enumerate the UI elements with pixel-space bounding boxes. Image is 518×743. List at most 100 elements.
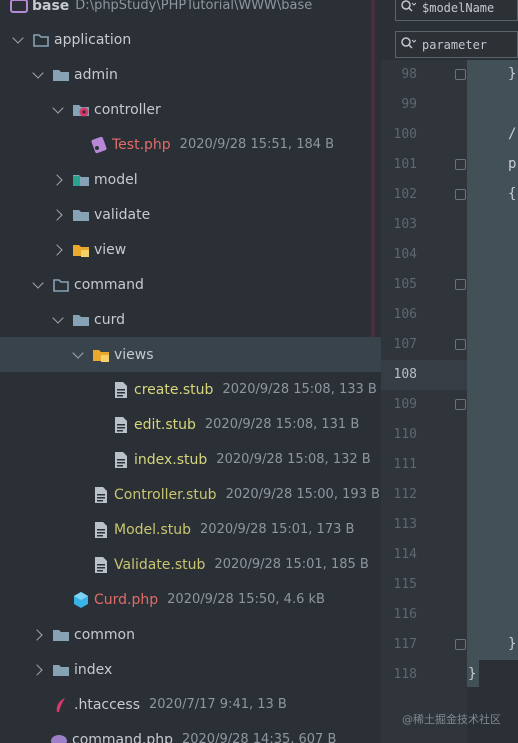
fold-marker-icon[interactable] [455, 639, 466, 650]
search-query: parameter [422, 37, 488, 52]
tree-row-command[interactable]: command [0, 267, 381, 302]
php-file-icon [90, 136, 108, 154]
tree-row-controller[interactable]: controller [0, 92, 381, 127]
tree-label: Curd.php [94, 591, 159, 608]
tree-row-views[interactable]: views [0, 337, 381, 372]
line-number: 102 [393, 187, 417, 202]
tree-meta: 2020/9/28 15:08, 133 B [222, 382, 377, 397]
chevron-down-icon[interactable] [12, 31, 24, 44]
tree-label: command [74, 276, 144, 293]
tree-meta: 2020/9/28 15:00, 193 B [225, 487, 380, 502]
line-number: 111 [393, 457, 417, 472]
chevron-down-icon[interactable] [52, 101, 64, 114]
folder-outline-icon [32, 31, 50, 49]
tree-row-curd-php[interactable]: Curd.php 2020/9/28 15:50, 4.6 kB [0, 582, 381, 617]
fold-marker-icon[interactable] [455, 69, 466, 80]
fold-marker-icon[interactable] [455, 399, 466, 410]
tree-row-model[interactable]: model [0, 162, 381, 197]
tree-label: create.stub [134, 381, 214, 398]
tree-label: views [114, 346, 154, 363]
code-area[interactable] [467, 60, 518, 660]
tree-row-base[interactable]: base D:\phpStudy\PHPTutorial\WWW\base [0, 0, 381, 23]
folder-icon [52, 66, 70, 84]
watermark: @稀土掘金技术社区 [402, 713, 501, 726]
tree-row-command-php[interactable]: command.php 2020/9/28 14:35, 607 B [0, 722, 381, 743]
tree-label: base [32, 0, 70, 14]
line-number: 114 [393, 547, 417, 562]
tree-row-htaccess[interactable]: .htaccess 2020/7/17 9:41, 13 B [0, 687, 381, 722]
tree-label: index.stub [134, 451, 208, 468]
tree-label: command.php [72, 731, 173, 743]
module-icon [10, 0, 28, 15]
tree-row-admin[interactable]: admin [0, 57, 381, 92]
tree-label: admin [74, 66, 118, 83]
line-number: 107 [393, 337, 417, 352]
tree-label: Test.php [112, 136, 171, 153]
tree-label: .htaccess [74, 696, 140, 713]
tree-row-curd[interactable]: curd [0, 302, 381, 337]
fold-marker-icon[interactable] [455, 339, 466, 350]
tree-label: model [94, 171, 138, 188]
search-icon [400, 0, 417, 17]
chevron-right-icon[interactable] [50, 208, 64, 221]
code-line-102: { [508, 186, 517, 202]
tree-row-index[interactable]: index [0, 652, 381, 687]
text-file-icon [92, 521, 110, 539]
tree-meta: 2020/9/28 15:01, 185 B [214, 557, 369, 572]
search-query: $modelName [422, 0, 495, 15]
chevron-down-icon[interactable] [32, 66, 44, 79]
tree-label: application [54, 31, 132, 48]
chevron-down-icon[interactable] [72, 346, 84, 359]
controller-folder-icon [72, 101, 90, 119]
line-number: 101 [393, 157, 417, 172]
tree-row-create-stub[interactable]: create.stub 2020/9/28 15:08, 133 B [0, 372, 381, 407]
tree-row-validate-stub[interactable]: Validate.stub 2020/9/28 15:01, 185 B [0, 547, 381, 582]
code-line-117: } [508, 636, 517, 652]
tree-row-model-stub[interactable]: Model.stub 2020/9/28 15:01, 173 B [0, 512, 381, 547]
search-field-modelname[interactable]: $modelName [395, 0, 518, 21]
fold-marker-icon[interactable] [455, 159, 466, 170]
tree-label: curd [94, 311, 125, 328]
chevron-down-icon[interactable] [32, 276, 44, 289]
line-number: 105 [393, 277, 417, 292]
line-number: 110 [393, 427, 417, 442]
line-number: 104 [393, 247, 417, 262]
folder-icon [72, 311, 90, 329]
search-field-parameter[interactable]: parameter [395, 31, 518, 58]
fold-marker-icon[interactable] [455, 189, 466, 200]
tree-meta: 2020/7/17 9:41, 13 B [149, 697, 287, 712]
tree-label: view [94, 241, 127, 258]
php-class-icon [72, 591, 90, 609]
chevron-right-icon[interactable] [50, 173, 64, 186]
chevron-right-icon[interactable] [30, 663, 44, 676]
fold-marker-icon[interactable] [455, 279, 466, 290]
tree-row-edit-stub[interactable]: edit.stub 2020/9/28 15:08, 131 B [0, 407, 381, 442]
text-file-icon [112, 451, 130, 469]
tree-label: index [74, 661, 113, 678]
tree-row-index-stub[interactable]: index.stub 2020/9/28 15:08, 132 B [0, 442, 381, 477]
text-file-icon [92, 556, 110, 574]
view-folder-icon [72, 241, 90, 259]
folder-icon [52, 661, 70, 679]
line-number-current: 108 [393, 367, 417, 382]
tree-row-test-php[interactable]: Test.php 2020/9/28 15:51, 184 B [0, 127, 381, 162]
chevron-down-icon[interactable] [52, 311, 64, 324]
tree-meta: 2020/9/28 15:50, 4.6 kB [167, 592, 325, 607]
tree-row-controller-stub[interactable]: Controller.stub 2020/9/28 15:00, 193 B [0, 477, 381, 512]
line-number: 100 [393, 127, 417, 142]
project-tree-panel: base D:\phpStudy\PHPTutorial\WWW\base ap… [0, 0, 381, 743]
folder-icon [72, 206, 90, 224]
chevron-right-icon[interactable] [30, 628, 44, 641]
chevron-right-icon[interactable] [50, 243, 64, 256]
tree-row-validate[interactable]: validate [0, 197, 381, 232]
line-number: 99 [401, 97, 417, 112]
line-number: 117 [393, 637, 417, 652]
text-file-icon [92, 486, 110, 504]
line-number: 116 [393, 607, 417, 622]
code-line-98: } [508, 66, 517, 82]
tree-row-view[interactable]: view [0, 232, 381, 267]
tree-row-application[interactable]: application [0, 22, 381, 57]
view-folder-icon [92, 346, 110, 364]
tree-row-common[interactable]: common [0, 617, 381, 652]
folder-outline-icon [52, 276, 70, 294]
